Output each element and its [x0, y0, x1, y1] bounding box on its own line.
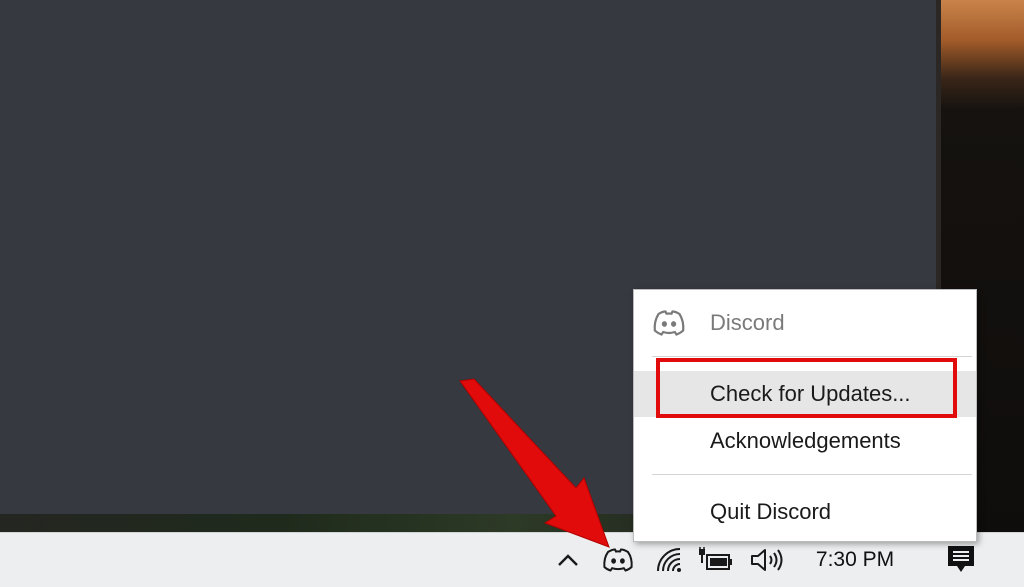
menu-header: Discord: [634, 290, 976, 356]
chevron-up-icon: [558, 554, 578, 566]
discord-tray-context-menu: Discord Check for Updates... Acknowledge…: [633, 289, 977, 542]
volume-icon: [751, 549, 783, 571]
menu-item-label: Quit Discord: [710, 499, 832, 524]
menu-item-quit-discord[interactable]: Quit Discord: [634, 489, 976, 535]
menu-separator: [652, 474, 972, 475]
menu-header-label: Discord: [710, 310, 785, 335]
menu-item-acknowledgements[interactable]: Acknowledgements: [634, 418, 976, 464]
wifi-icon: [657, 548, 681, 572]
menu-item-check-for-updates[interactable]: Check for Updates...: [634, 371, 976, 417]
discord-icon: [653, 310, 685, 336]
show-hidden-icons-button[interactable]: [552, 533, 584, 587]
battery-charging-icon: [699, 547, 732, 570]
menu-item-label: Acknowledgements: [710, 428, 901, 453]
discord-tray-button[interactable]: [598, 533, 638, 587]
discord-icon: [603, 548, 633, 572]
notifications-icon: [948, 546, 974, 572]
menu-item-label: Check for Updates...: [710, 381, 911, 406]
menu-separator: [652, 356, 972, 357]
